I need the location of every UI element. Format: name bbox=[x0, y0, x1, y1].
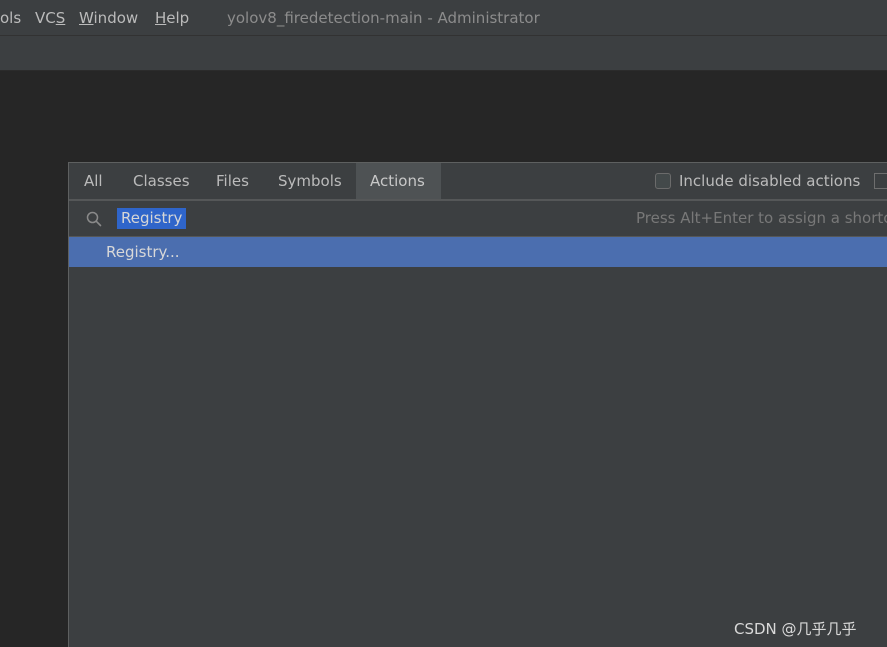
menu-help-mnemonic: H bbox=[155, 9, 167, 27]
include-disabled-actions[interactable]: Include disabled actions bbox=[655, 163, 860, 199]
results-list: Registry... bbox=[69, 237, 887, 267]
search-input[interactable]: Registry bbox=[117, 208, 187, 229]
search-icon bbox=[86, 211, 102, 227]
search-field-row: Registry Press Alt+Enter to assign a sho… bbox=[69, 201, 887, 237]
menu-window-suffix: indow bbox=[93, 9, 139, 27]
menu-window-mnemonic: W bbox=[79, 9, 94, 27]
include-disabled-label: Include disabled actions bbox=[679, 172, 861, 190]
menu-vcs-prefix: VC bbox=[35, 9, 56, 27]
tab-files[interactable]: Files bbox=[202, 163, 263, 199]
tab-symbols[interactable]: Symbols bbox=[264, 163, 356, 199]
tab-actions[interactable]: Actions bbox=[356, 163, 441, 199]
include-disabled-checkbox[interactable] bbox=[655, 173, 671, 189]
menu-tools[interactable]: ols bbox=[0, 9, 21, 27]
search-everywhere-popup: All Classes Files Symbols Actions Includ… bbox=[68, 162, 887, 647]
menu-vcs-mnemonic: S bbox=[55, 9, 66, 27]
window-title: yolov8_firedetection-main - Administrato… bbox=[227, 9, 540, 27]
preview-toggle-icon[interactable] bbox=[874, 173, 887, 189]
watermark: CSDN @几乎几乎 bbox=[734, 620, 857, 638]
menu-help[interactable]: Help bbox=[155, 9, 189, 27]
result-item-registry[interactable]: Registry... bbox=[69, 237, 887, 267]
search-tabs: All Classes Files Symbols Actions Includ… bbox=[69, 163, 887, 201]
menu-bar: ols VCS Window Help yolov8_firedetection… bbox=[0, 0, 887, 36]
menu-window[interactable]: Window bbox=[79, 9, 138, 27]
tab-classes[interactable]: Classes bbox=[119, 163, 204, 199]
menu-help-suffix: elp bbox=[166, 9, 190, 27]
toolbar bbox=[0, 36, 887, 71]
menu-vcs[interactable]: VCS bbox=[35, 9, 65, 27]
tab-all[interactable]: All bbox=[70, 163, 117, 199]
shortcut-hint: Press Alt+Enter to assign a shortcu bbox=[636, 209, 887, 227]
